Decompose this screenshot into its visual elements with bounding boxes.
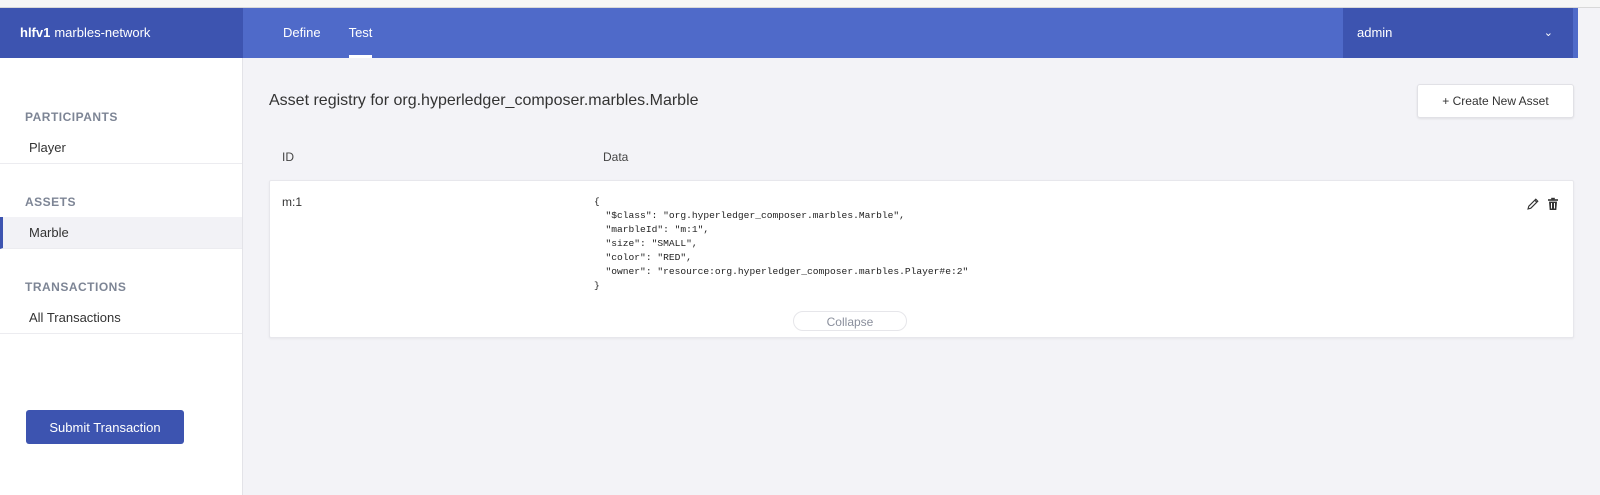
column-header-data: Data xyxy=(603,150,629,164)
user-dropdown[interactable]: admin ⌄ xyxy=(1343,8,1573,58)
top-nav: Define Test xyxy=(283,8,400,58)
trash-icon[interactable] xyxy=(1546,197,1560,211)
brand-bold: hlfv1 xyxy=(20,25,51,40)
tab-test[interactable]: Test xyxy=(348,8,372,58)
app-header: hlfv1 marbles-network Define Test admin ⌄ xyxy=(0,8,1600,58)
asset-id: m:1 xyxy=(282,195,303,209)
create-new-asset-button[interactable]: + Create New Asset xyxy=(1417,84,1574,118)
sidebar: PARTICIPANTS Player ASSETS Marble TRANSA… xyxy=(0,58,243,495)
window-edge xyxy=(1578,8,1600,495)
asset-json: { "$class": "org.hyperledger_composer.ma… xyxy=(594,196,969,291)
row-actions xyxy=(1526,197,1560,211)
transactions-title: TRANSACTIONS xyxy=(25,280,127,294)
chevron-down-icon: ⌄ xyxy=(1543,27,1553,39)
sidebar-item-player[interactable]: Player xyxy=(0,132,242,164)
column-header-id: ID xyxy=(282,150,294,164)
collapse-button[interactable]: Collapse xyxy=(793,311,907,331)
network-brand: hlfv1 marbles-network xyxy=(0,8,243,58)
assets-title: ASSETS xyxy=(25,195,77,209)
browser-top-strip xyxy=(0,0,1600,8)
participants-title: PARTICIPANTS xyxy=(25,110,118,124)
pencil-icon[interactable] xyxy=(1526,197,1540,211)
table-row: m:1 { "$class": "org.hyperledger_compose… xyxy=(269,180,1574,338)
brand-name: marbles-network xyxy=(54,25,151,40)
sidebar-item-marble[interactable]: Marble xyxy=(0,217,242,249)
page-title: Asset registry for org.hyperledger_compo… xyxy=(269,92,699,109)
tab-define[interactable]: Define xyxy=(283,8,321,58)
user-name: admin xyxy=(1357,25,1393,40)
sidebar-item-all-transactions[interactable]: All Transactions xyxy=(0,302,242,334)
submit-transaction-button[interactable]: Submit Transaction xyxy=(26,410,184,444)
